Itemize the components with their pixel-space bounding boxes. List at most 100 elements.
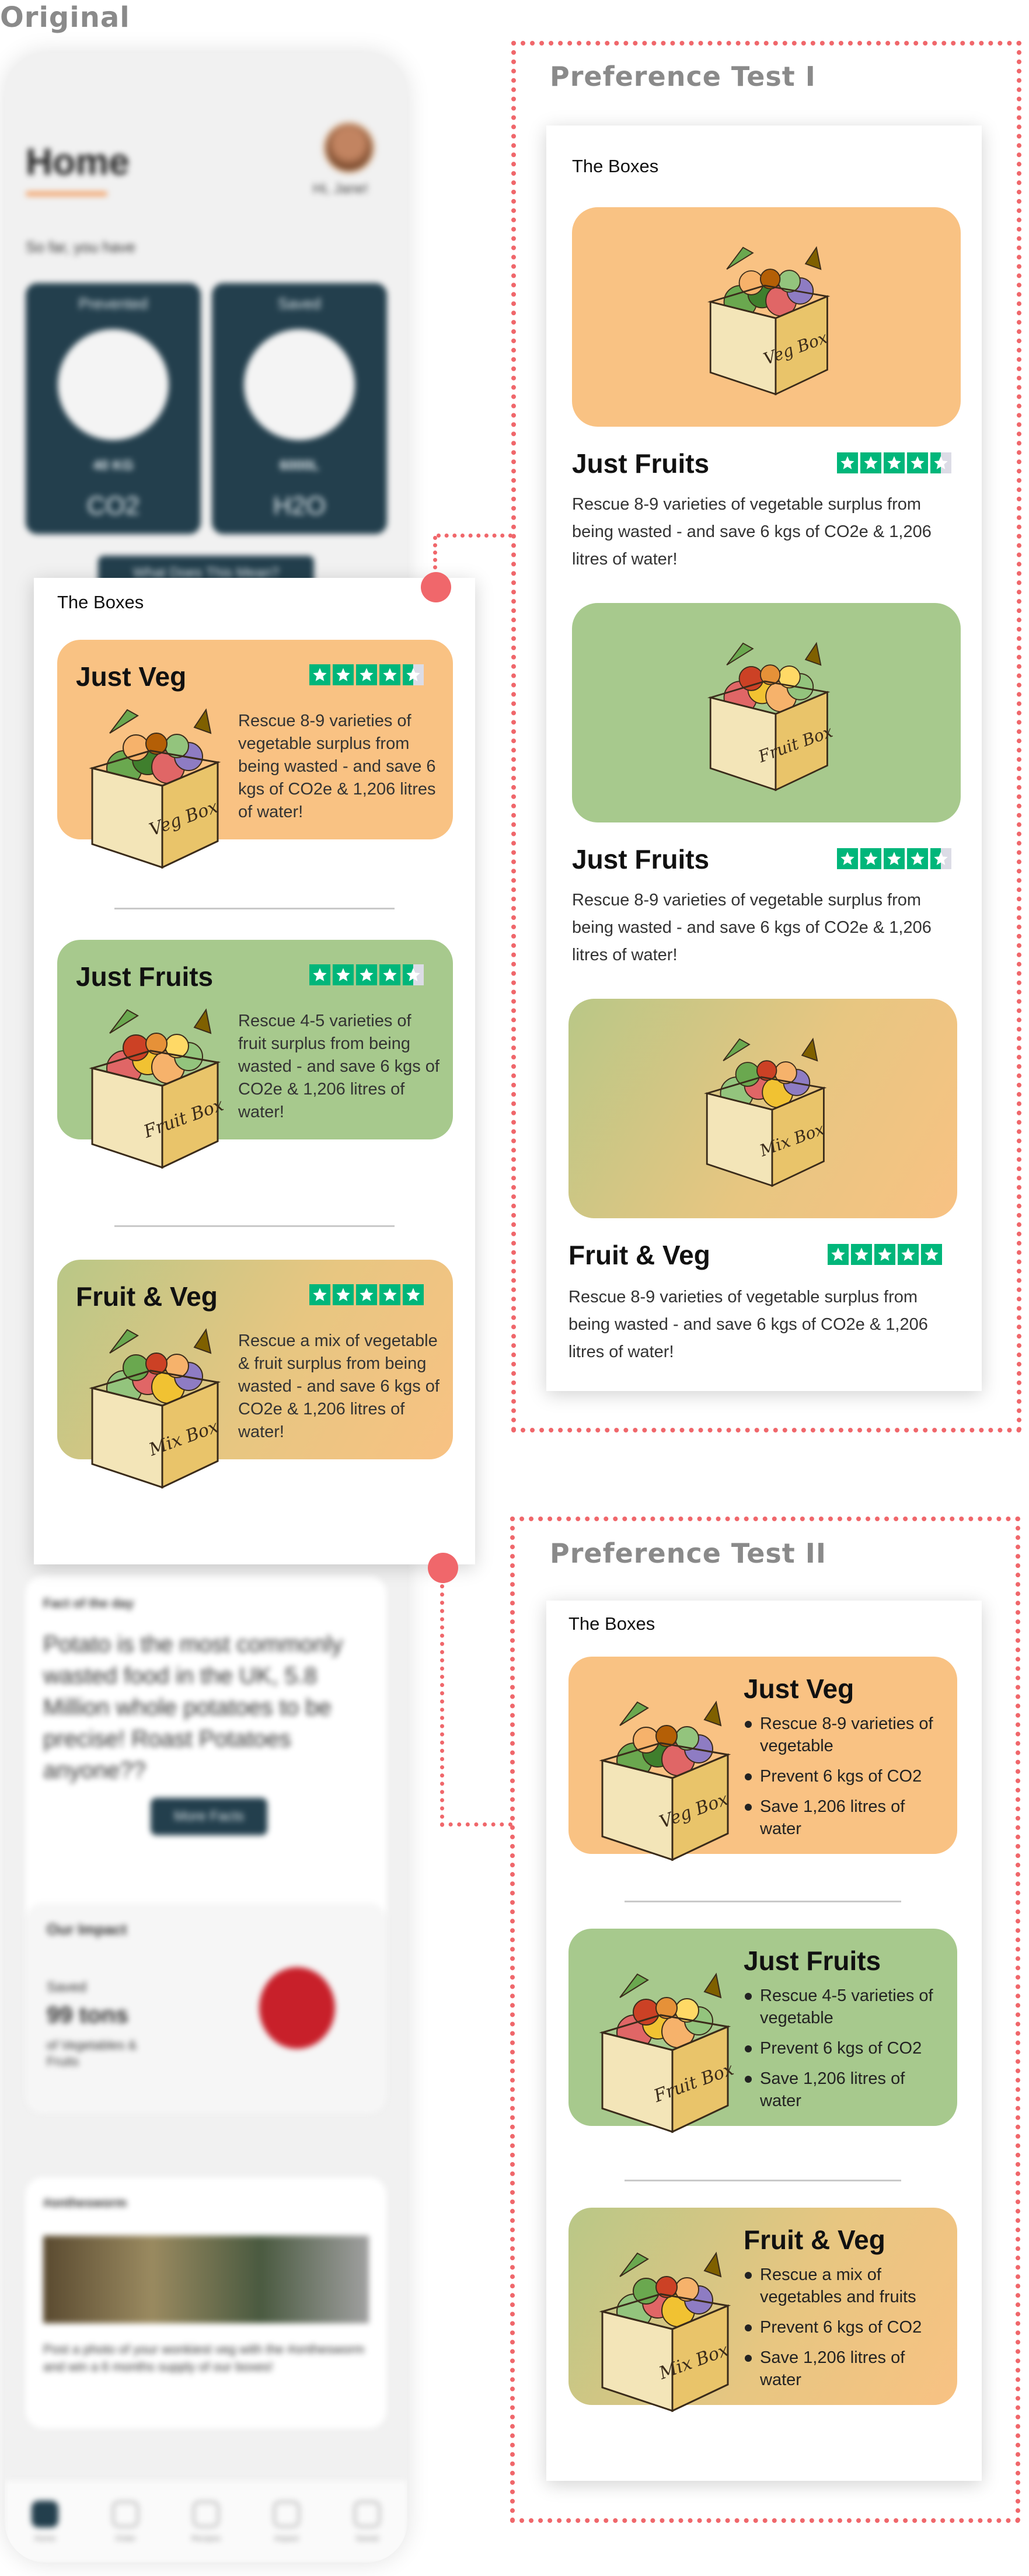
just-veg-card[interactable]: Just Veg Veg Box Rescue 8-9 varieties of… [57,640,453,869]
box-title: Just Veg [744,1674,854,1704]
star-icon [333,964,354,985]
box-title: Just Veg [76,661,187,692]
nav-home-label: Home [34,2533,56,2543]
impact-sub: of Vegetables & Fruits [47,2038,137,2069]
star-icon [403,1284,424,1305]
box-description: Rescue a mix of vegetable & fruit surplu… [238,1331,439,1441]
connector-line-1-vertical [433,536,437,577]
prevented-card[interactable]: Prevented 40 KG CO2 [26,283,201,534]
veg-box-illustration: Veg Box [689,231,846,406]
fruit-box-illustration: Fruit Box [69,998,238,1173]
feature-item: Prevent 6 kgs of CO2 [744,2037,948,2059]
star-icon [309,1284,330,1305]
box-image-card: Veg Box [572,207,961,427]
connector-dot-1 [421,572,451,602]
star-icon [921,1244,942,1265]
globe-icon [273,2501,300,2528]
star-icon [907,452,928,473]
fruit-box-illustration: Fruit Box [689,626,846,801]
nav-order[interactable]: Order [108,2501,143,2543]
feature-item: Save 1,206 litres of water [744,2347,948,2391]
subtitle: So far, you have [26,238,135,256]
feature-item: Rescue 8-9 varieties of vegetable [744,1713,948,1757]
box-title: Fruit & Veg [76,1281,218,1312]
box-title: Just Fruits [572,844,710,874]
star-icon [860,848,881,869]
box-description: Rescue 4-5 varieties of fruit surplus fr… [238,1012,439,1121]
nav-recipes[interactable]: Recipes [189,2501,224,2543]
star-rating [837,848,954,869]
nav-home[interactable]: Home [27,2501,62,2543]
veg-box-illustration: Veg Box [69,698,238,873]
feature-list: Rescue a mix of vegetables and fruits Pr… [744,2264,948,2399]
home-title: Home [26,141,130,183]
fruit-and-veg-card[interactable]: Fruit & Veg Mix Box Rescue a mix of vege… [57,1260,453,1489]
panel-title: The Boxes [572,156,659,176]
avatar[interactable] [323,121,375,174]
nav-saved-label: Saved [355,2533,379,2543]
star-icon [333,664,354,685]
original-boxes-panel: The Boxes Just Veg Veg Box Rescue 8-9 va… [34,578,475,1564]
connector-line-2-vertical [440,1576,444,1827]
divider [114,908,395,909]
star-icon [379,664,400,685]
beetroot-icon [259,1967,335,2049]
box-description: Rescue 8-9 varieties of vegetable surplu… [238,712,436,821]
co2-cloud-icon [58,329,169,440]
star-rating [837,452,954,473]
star-rating [828,1244,944,1265]
water-drop-earth-icon [244,329,355,440]
title-underline [26,191,107,196]
connector-line-1 [437,534,512,538]
box-title: Just Fruits [76,961,214,992]
mix-box-illustration: Mix Box [579,2242,748,2417]
star-icon [379,964,400,985]
star-icon [403,664,424,685]
prevented-caption: Prevented [78,295,148,312]
nav-order-label: Order [115,2533,136,2543]
star-icon [930,848,951,869]
saved-unit: H2O [273,492,326,520]
promo-card: #onthesworm Post a photo of your wonkies… [26,2177,386,2428]
impact-heading: Our Impact [47,1920,127,1938]
preference-test-2-panel: The Boxes Veg Box Just Veg Rescue 8-9 va… [546,1601,982,2481]
star-icon [356,664,377,685]
original-label: Original [0,1,130,34]
nav-saved[interactable]: Saved [350,2501,385,2543]
saved-card[interactable]: Saved 6000L H2O [212,283,387,534]
just-fruits-card[interactable]: Fruit Box Just Fruits Rescue 4-5 varieti… [568,1929,957,2134]
box-description: Rescue 8-9 varieties of vegetable surplu… [568,1288,928,1361]
home-icon [32,2501,58,2528]
star-rating [309,964,426,985]
divider [625,1901,901,1902]
feature-item: Rescue a mix of vegetables and fruits [744,2264,948,2308]
star-icon [356,964,377,985]
feature-item: Prevent 6 kgs of CO2 [744,2316,948,2338]
fruit-and-veg-card[interactable]: Mix Box Fruit & Veg Rescue a mix of vege… [568,2208,957,2413]
star-icon [874,1244,895,1265]
box-title: Fruit & Veg [568,1240,710,1270]
star-icon [851,1244,872,1265]
feature-item: Save 1,206 litres of water [744,1796,948,1840]
box-image-card: Mix Box [568,999,957,1218]
just-veg-card[interactable]: Veg Box Just Veg Rescue 8-9 varieties of… [568,1657,957,1862]
star-icon [930,452,951,473]
star-icon [898,1244,919,1265]
fact-heading: Fact of the day [43,1596,134,1611]
nav-impact[interactable]: Impact [269,2501,304,2543]
star-icon [828,1244,849,1265]
more-facts-button[interactable]: More Facts [151,1798,267,1835]
star-icon [884,452,905,473]
star-icon [837,452,858,473]
just-fruits-card[interactable]: Just Fruits Fruit Box Rescue 4-5 varieti… [57,940,453,1169]
greeting: Hi, Jane! [313,181,368,197]
box-title: Fruit & Veg [744,2225,885,2255]
box-icon [112,2501,139,2528]
nav-impact-label: Impact [274,2533,299,2543]
prevented-value: 40 KG [93,458,134,473]
box-title: Just Fruits [744,1946,881,1976]
box-description: Rescue 8-9 varieties of vegetable surplu… [572,495,932,569]
box-title: Just Fruits [572,448,710,479]
star-icon [309,964,330,985]
star-rating [309,664,426,685]
